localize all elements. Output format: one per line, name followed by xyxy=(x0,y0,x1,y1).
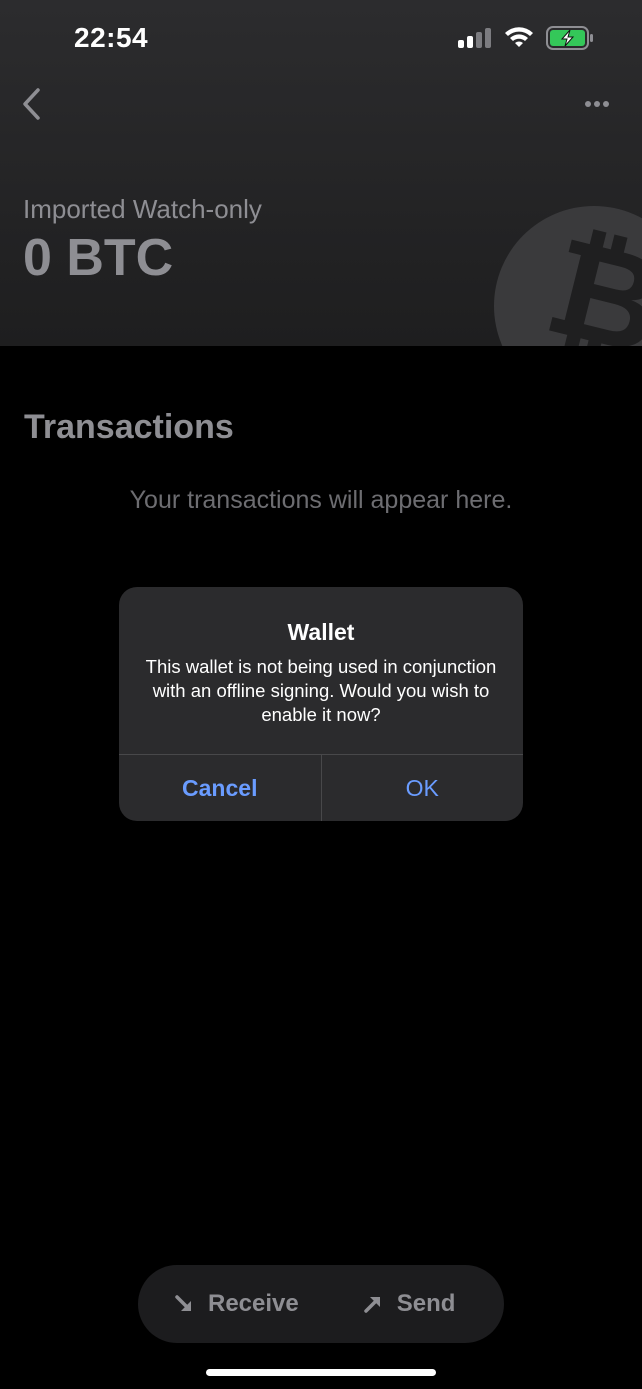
alert-message: This wallet is not being used in conjunc… xyxy=(145,656,497,725)
empty-transactions-message: Your transactions will appear here. xyxy=(129,486,513,514)
cellular-signal-icon xyxy=(458,28,491,48)
cancel-button[interactable]: Cancel xyxy=(119,755,322,821)
wallet-type-label: Imported Watch-only xyxy=(23,194,262,224)
chevron-left-icon xyxy=(23,88,40,120)
arrow-down-right-icon xyxy=(175,1295,191,1311)
bitcoin-symbol: ₿ xyxy=(533,208,642,346)
wallet-header: 22:54 Imported Watch-only 0 BTC ₿ xyxy=(0,0,642,346)
transactions-heading: Transactions xyxy=(24,408,234,446)
home-indicator[interactable] xyxy=(206,1369,436,1376)
offline-signing-alert: Wallet This wallet is not being used in … xyxy=(119,587,523,821)
alert-body: Wallet This wallet is not being used in … xyxy=(119,587,523,754)
receive-button[interactable]: Receive xyxy=(174,1290,299,1318)
send-button[interactable]: Send xyxy=(363,1290,456,1318)
receive-label: Receive xyxy=(208,1290,299,1317)
alert-button-row: Cancel OK xyxy=(119,754,523,821)
arrow-up-right-icon xyxy=(364,1297,380,1313)
battery-charging-icon xyxy=(546,26,593,50)
send-label: Send xyxy=(396,1290,456,1317)
app-screen: 22:54 Imported Watch-only 0 BTC ₿ Transa… xyxy=(0,0,642,1389)
wifi-icon xyxy=(505,27,533,47)
status-icons xyxy=(458,26,594,50)
status-time: 22:54 xyxy=(74,22,149,53)
wallet-balance: 0 BTC xyxy=(23,229,174,287)
bitcoin-watermark-icon: ₿ xyxy=(494,206,642,346)
back-button[interactable] xyxy=(14,84,48,124)
wallet-actions-bar: Receive Send xyxy=(138,1265,504,1343)
more-options-button[interactable] xyxy=(582,92,612,116)
ok-button[interactable]: OK xyxy=(322,755,524,821)
alert-title: Wallet xyxy=(287,619,355,645)
ellipsis-icon xyxy=(585,101,609,107)
